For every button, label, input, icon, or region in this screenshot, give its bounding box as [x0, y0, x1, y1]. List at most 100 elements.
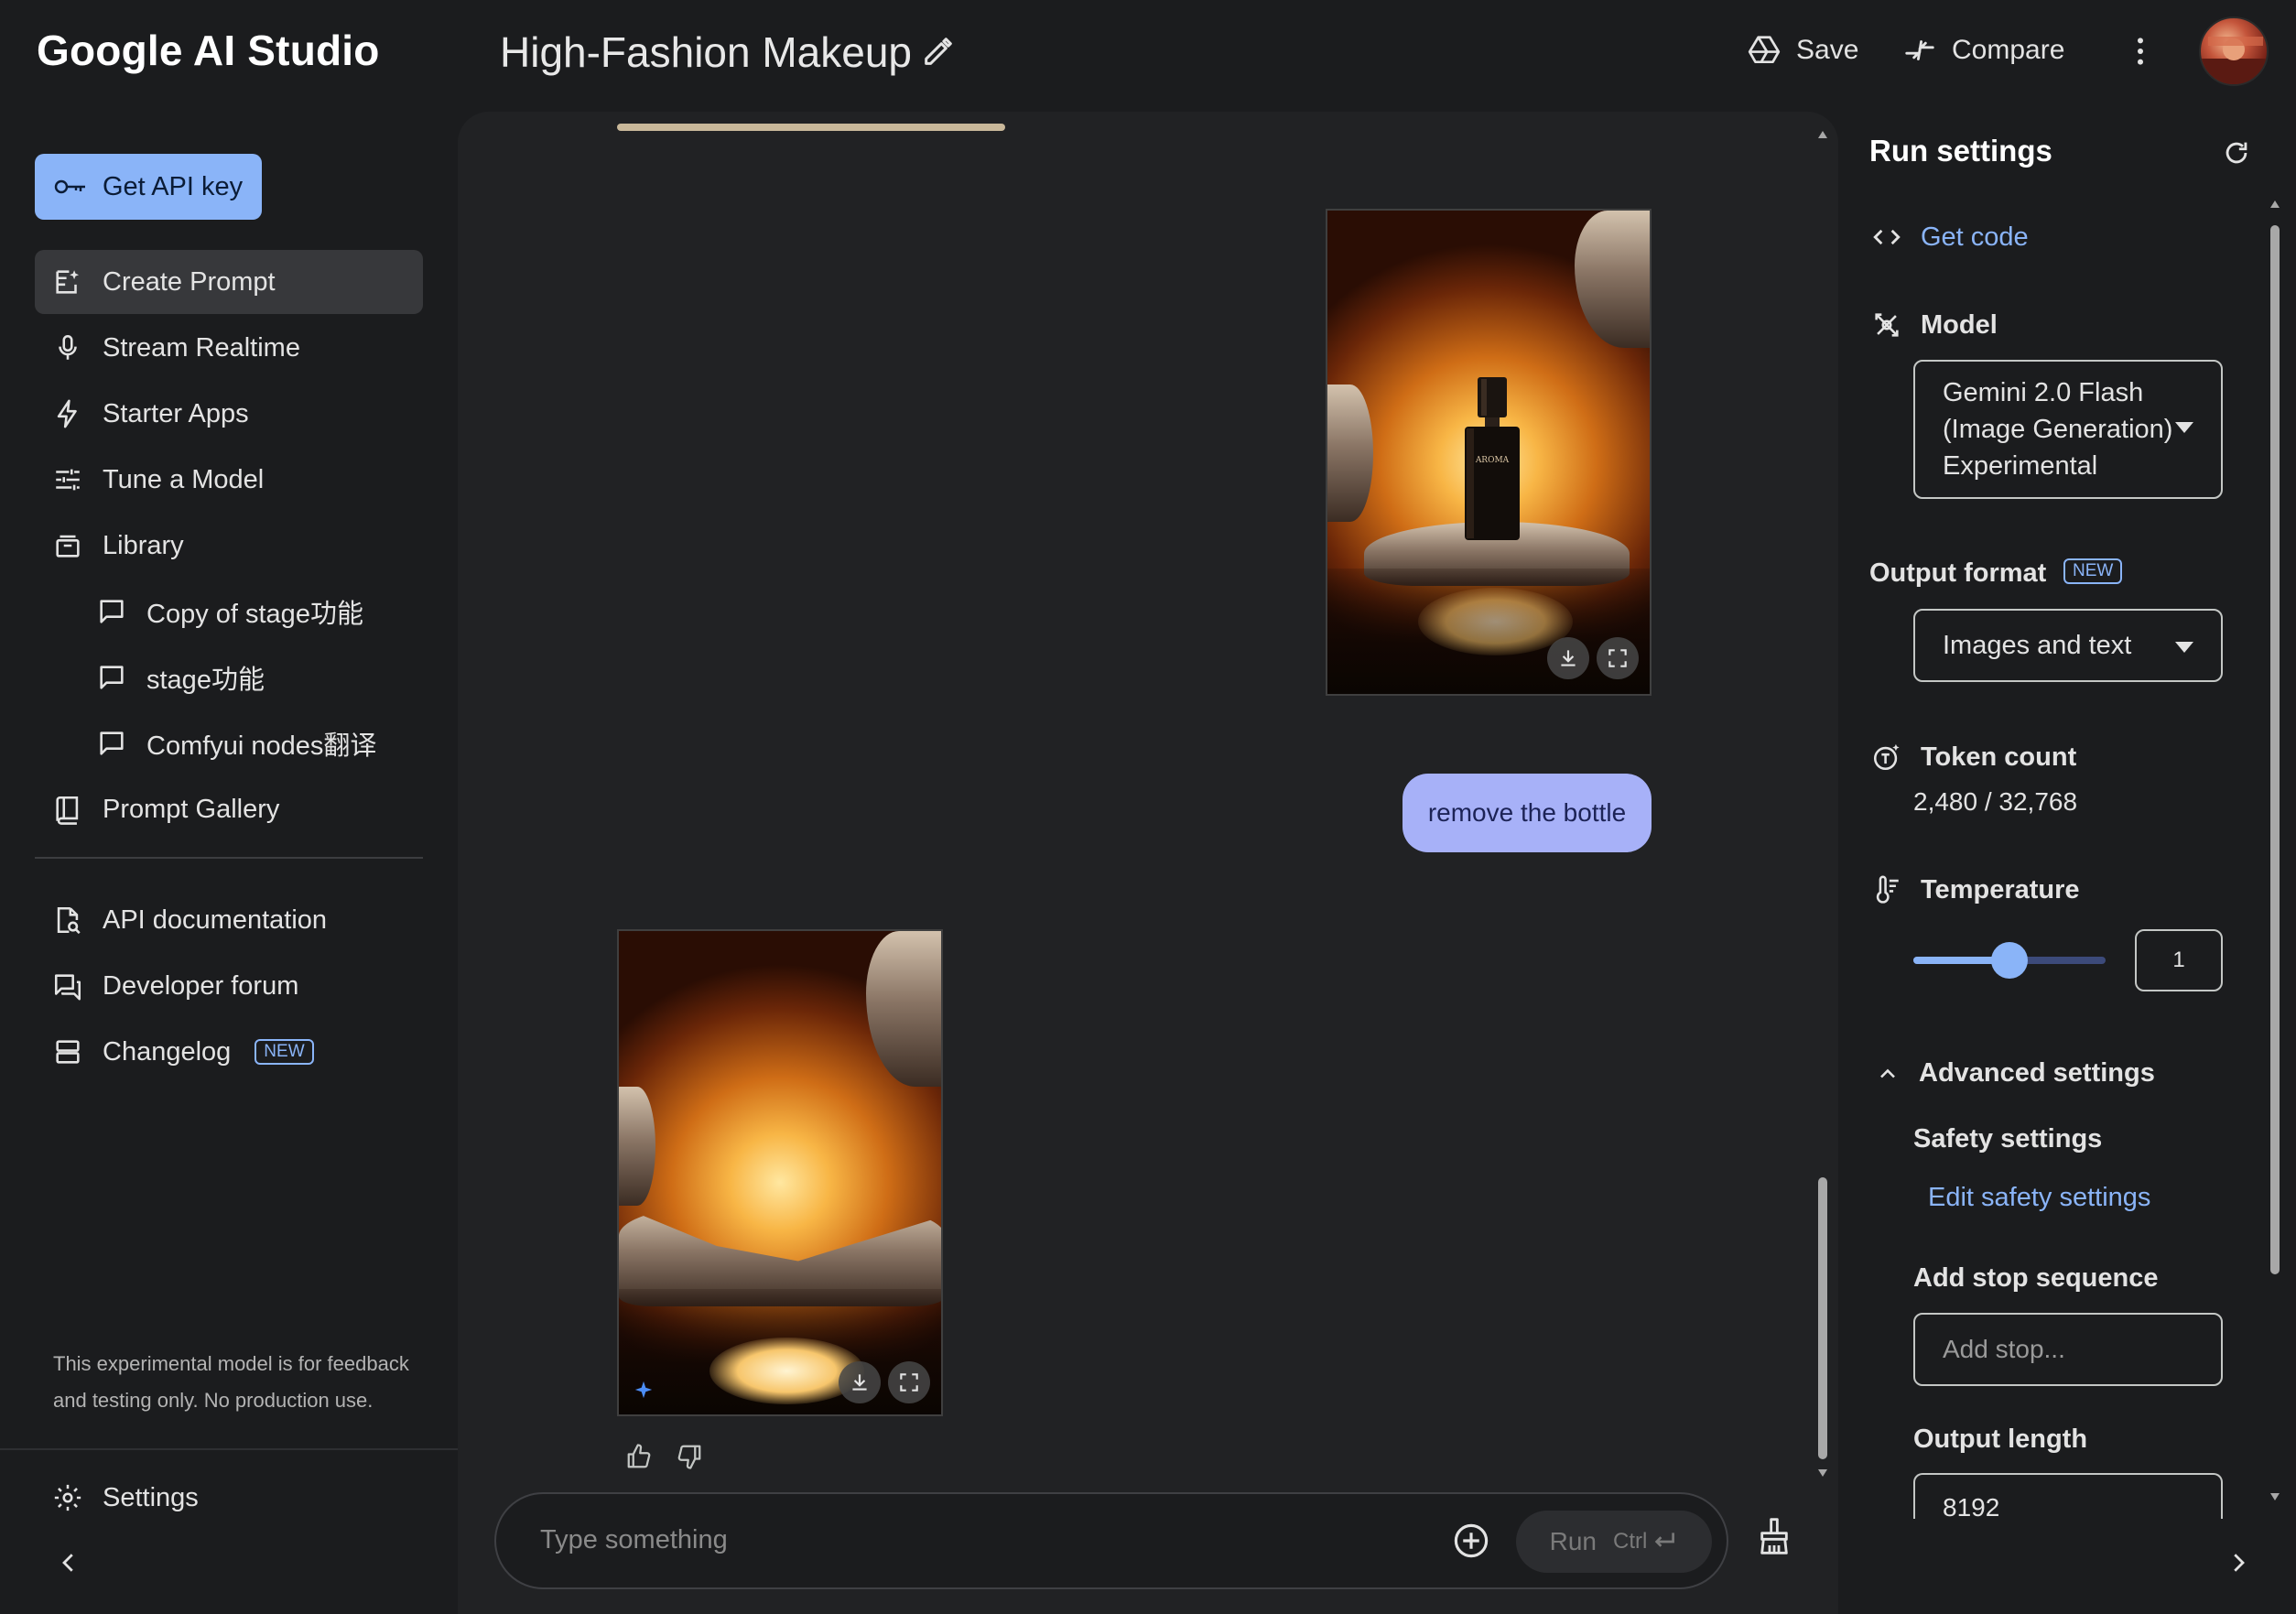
token-count-value: 2,480 / 32,768: [1913, 787, 2078, 816]
enter-key-icon: [1655, 1533, 1675, 1547]
run-button[interactable]: Run Ctrl: [1516, 1511, 1712, 1573]
output-length-input[interactable]: 8192: [1913, 1473, 2223, 1519]
model-section-label: Model: [1871, 309, 1998, 341]
output-format-new-badge: NEW: [2063, 558, 2123, 584]
experimental-disclaimer: This experimental model is for feedback …: [53, 1352, 409, 1412]
user-message-bubble: remove the bottle: [1403, 774, 1652, 852]
sidebar-item-label: Starter Apps: [103, 398, 249, 428]
app-title[interactable]: Google AI Studio: [37, 26, 380, 75]
tune-icon: [51, 463, 84, 496]
sidebar-item-label: Library: [103, 530, 184, 560]
save-label: Save: [1796, 35, 1859, 65]
get-api-key-button[interactable]: Get API key: [35, 154, 262, 220]
get-api-key-label: Get API key: [103, 171, 244, 201]
prompt-title[interactable]: High-Fashion Makeup: [500, 27, 912, 77]
book-icon: [51, 793, 84, 826]
library-item-comfyui-nodes[interactable]: Comfyui nodes翻译: [79, 711, 423, 775]
generated-image-bottle-removed[interactable]: [617, 929, 943, 1416]
scroll-up-arrow-icon[interactable]: [2269, 198, 2281, 211]
rock-left: [619, 1087, 655, 1206]
dropdown-caret-icon: [2175, 422, 2193, 433]
output-format-select[interactable]: Images and text: [1913, 609, 2223, 682]
chevron-up-icon: [1875, 1061, 1901, 1087]
get-code-link[interactable]: Get code: [1871, 222, 2029, 253]
forum-icon: [51, 969, 84, 1002]
sidebar-item-library[interactable]: Library: [35, 514, 423, 578]
expand-panel-chevron-icon[interactable]: [2225, 1549, 2252, 1576]
compare-label: Compare: [1952, 35, 2065, 65]
temperature-slider-knob[interactable]: [1991, 942, 2028, 979]
run-shortcut: Ctrl: [1613, 1529, 1678, 1554]
library-item-stage[interactable]: stage功能: [79, 645, 423, 710]
library-item-label: Comfyui nodes翻译: [146, 731, 377, 761]
advanced-settings-toggle[interactable]: Advanced settings: [1875, 1058, 2155, 1089]
sidebar-item-stream-realtime[interactable]: Stream Realtime: [35, 316, 423, 380]
scroll-down-arrow-icon[interactable]: [1816, 1467, 1829, 1479]
chat-bubble-icon: [95, 661, 128, 694]
generated-image-with-bottle[interactable]: AROMA: [1326, 209, 1652, 696]
clear-chat-broom-icon[interactable]: [1756, 1516, 1792, 1556]
sidebar-item-api-documentation[interactable]: API documentation: [35, 888, 423, 952]
sidebar-item-tune-model[interactable]: Tune a Model: [35, 448, 423, 512]
sidebar-item-developer-forum[interactable]: Developer forum: [35, 954, 423, 1018]
temperature-label: Temperature: [1871, 874, 2080, 905]
model-icon: [1871, 309, 1902, 341]
drive-icon: [1747, 33, 1782, 68]
gear-icon: [51, 1481, 84, 1514]
prompt-input-placeholder[interactable]: Type something: [540, 1525, 728, 1555]
output-format-label: Output format: [1869, 558, 2047, 588]
scroll-up-arrow-icon[interactable]: [1816, 128, 1829, 141]
thumbs-up-icon[interactable]: [625, 1443, 653, 1470]
edit-title-icon[interactable]: [920, 33, 957, 70]
chat-bubble-icon: [95, 727, 128, 760]
collapse-sidebar-chevron-icon[interactable]: [55, 1549, 82, 1576]
sidebar-item-label: Developer forum: [103, 970, 299, 1001]
previous-image-edge: [617, 124, 1005, 131]
more-options-icon[interactable]: [2122, 33, 2159, 70]
mic-icon: [51, 331, 84, 364]
temperature-input[interactable]: 1: [2135, 929, 2223, 991]
sidebar-item-changelog[interactable]: Changelog NEW: [35, 1020, 423, 1084]
settings-scroll-thumb[interactable]: [2270, 225, 2280, 1274]
scroll-down-arrow-icon[interactable]: [2269, 1490, 2281, 1503]
fullscreen-image-button[interactable]: [888, 1361, 930, 1403]
stop-sequence-label: Add stop sequence: [1913, 1263, 2159, 1293]
sidebar-item-prompt-gallery[interactable]: Prompt Gallery: [35, 777, 423, 841]
thumbs-down-icon[interactable]: [676, 1443, 703, 1470]
advanced-settings-label: Advanced settings: [1919, 1058, 2155, 1088]
bottle-label: AROMA: [1475, 456, 1510, 465]
token-icon: [1871, 742, 1902, 773]
run-settings-title: Run settings: [1869, 134, 2052, 168]
bolt-icon: [51, 397, 84, 430]
rock-left: [1327, 385, 1373, 522]
fullscreen-image-button[interactable]: [1597, 637, 1639, 679]
sidebar-item-starter-apps[interactable]: Starter Apps: [35, 382, 423, 446]
model-value-line-1: Gemini 2.0 Flash: [1943, 378, 2144, 407]
chat-scroll-thumb[interactable]: [1818, 1177, 1827, 1459]
user-avatar[interactable]: [2199, 16, 2269, 86]
compare-button[interactable]: Compare: [1902, 33, 2064, 68]
sidebar-item-label: Changelog: [103, 1036, 232, 1067]
get-code-label: Get code: [1921, 222, 2029, 252]
download-image-button[interactable]: [839, 1361, 881, 1403]
code-icon: [1871, 222, 1902, 253]
download-image-button[interactable]: [1547, 637, 1589, 679]
new-badge: NEW: [255, 1039, 314, 1065]
library-icon: [51, 529, 84, 562]
stop-sequence-input[interactable]: Add stop...: [1913, 1313, 2223, 1386]
sparkle-icon: [634, 1380, 654, 1400]
model-label-text: Model: [1921, 309, 1998, 340]
add-media-plus-icon[interactable]: [1452, 1522, 1490, 1560]
save-button[interactable]: Save: [1747, 33, 1858, 68]
edit-safety-settings-link[interactable]: Edit safety settings: [1928, 1183, 2150, 1213]
library-item-copy-of-stage[interactable]: Copy of stage功能: [79, 580, 423, 644]
temperature-label-text: Temperature: [1921, 874, 2080, 904]
model-select[interactable]: Gemini 2.0 Flash (Image Generation) Expe…: [1913, 360, 2223, 499]
key-icon: [53, 176, 88, 198]
sidebar-item-label: Stream Realtime: [103, 332, 300, 363]
sidebar-item-create-prompt[interactable]: Create Prompt: [35, 250, 423, 314]
sidebar-item-settings[interactable]: Settings: [35, 1466, 423, 1530]
library-item-label: Copy of stage功能: [146, 600, 363, 629]
reset-settings-icon[interactable]: [2221, 137, 2252, 168]
sidebar-item-label: Tune a Model: [103, 464, 265, 494]
